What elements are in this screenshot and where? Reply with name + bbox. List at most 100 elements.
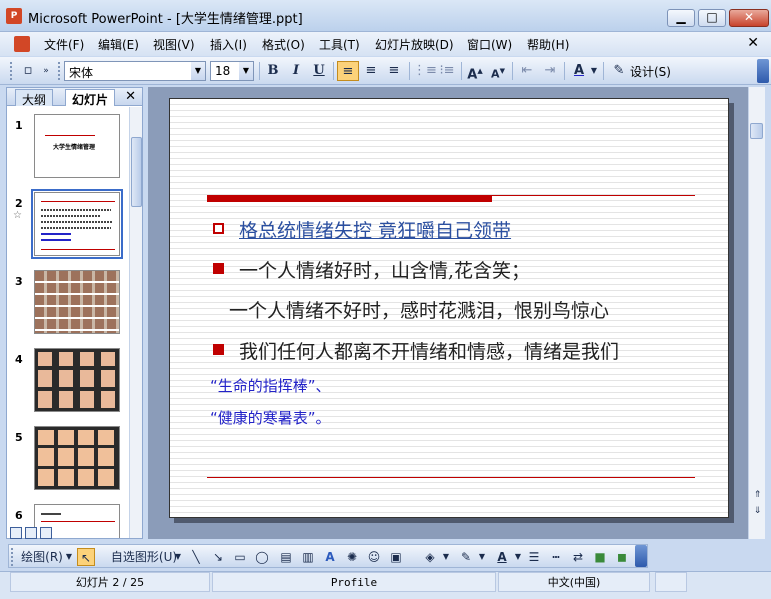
new-document-icon[interactable]: ▫: [17, 61, 39, 81]
chevron-down-icon[interactable]: ▼: [173, 548, 183, 566]
slide-sorter-icon[interactable]: [25, 527, 37, 539]
scrollbar-thumb[interactable]: [750, 123, 763, 139]
align-right-icon[interactable]: ≡: [383, 61, 405, 81]
increase-indent-icon[interactable]: ⇥: [539, 61, 561, 81]
clipart-icon[interactable]: ☺: [365, 548, 383, 566]
bold-button[interactable]: B: [262, 61, 284, 81]
menu-file[interactable]: 文件(F): [44, 36, 84, 53]
toolbar-options-icon[interactable]: »: [40, 61, 52, 81]
slide-link-text[interactable]: 格总统情绪失控 竟狂嚼自己领带: [239, 216, 511, 243]
toolbar-overflow-button[interactable]: [757, 59, 769, 83]
underline-button[interactable]: U: [308, 61, 330, 81]
dash-style-icon[interactable]: ┅: [547, 548, 565, 566]
chevron-down-icon[interactable]: ▼: [239, 62, 253, 80]
wordart-icon[interactable]: A: [321, 548, 339, 566]
pane-close-icon[interactable]: ✕: [125, 89, 136, 104]
font-color-icon[interactable]: A: [491, 548, 513, 566]
menu-insert[interactable]: 插入(I): [210, 36, 247, 53]
slide-thumbnail-1[interactable]: 大学生情绪管理: [34, 114, 120, 178]
tab-outline[interactable]: 大纲: [15, 89, 54, 107]
shadow-icon[interactable]: ■: [591, 548, 609, 566]
chevron-down-icon[interactable]: ▼: [589, 61, 599, 81]
slideshow-view-icon[interactable]: [40, 527, 52, 539]
menu-slideshow[interactable]: 幻灯片放映(D): [375, 36, 454, 53]
document-close-icon[interactable]: ✕: [747, 35, 759, 51]
select-pointer-icon[interactable]: ↖: [77, 548, 95, 566]
menu-help[interactable]: 帮助(H): [527, 36, 569, 53]
slide-thumbnail-2[interactable]: [31, 189, 123, 259]
vertical-textbox-icon[interactable]: ▥: [299, 548, 317, 566]
menu-window[interactable]: 窗口(W): [467, 36, 512, 53]
chevron-down-icon[interactable]: ▼: [477, 548, 487, 566]
chevron-down-icon[interactable]: ▼: [441, 548, 451, 566]
arrow-style-icon[interactable]: ⇄: [569, 548, 587, 566]
hollow-bullet: [213, 223, 224, 234]
previous-slide-icon[interactable]: ⇑: [750, 487, 765, 503]
minimize-button[interactable]: ▁: [667, 9, 695, 27]
font-size-combo[interactable]: 18 ▼: [210, 61, 254, 81]
scrollbar-thumb[interactable]: [131, 137, 142, 207]
current-slide[interactable]: 格总统情绪失控 竟狂嚼自己领带 一个人情绪好时，山含情,花含笑； 一个人情绪不好…: [169, 98, 729, 518]
increase-font-icon[interactable]: A▲: [464, 61, 486, 82]
slide-number: 5: [15, 431, 23, 444]
rectangle-icon[interactable]: ▭: [231, 548, 249, 566]
next-slide-icon[interactable]: ⇓: [750, 503, 765, 519]
solid-bullet: [213, 263, 224, 274]
numbered-list-icon[interactable]: ⋮≡: [413, 61, 437, 81]
line-style-icon[interactable]: ☰: [525, 548, 543, 566]
fill-color-icon[interactable]: ◈: [419, 548, 441, 566]
textbox-icon[interactable]: ▤: [277, 548, 295, 566]
autoshapes-menu-button[interactable]: 自选图形(U): [105, 548, 183, 566]
italic-button[interactable]: I: [285, 61, 307, 81]
document-icon[interactable]: [14, 36, 30, 52]
decrease-font-icon[interactable]: A▼: [487, 61, 509, 81]
font-color-icon[interactable]: A: [568, 61, 590, 81]
pane-tabs: 大纲 幻灯片 ✕: [7, 88, 142, 107]
line-color-icon[interactable]: ✎: [455, 548, 477, 566]
language-status: 中文(中国): [498, 572, 650, 592]
align-center-icon[interactable]: ≡: [360, 61, 382, 81]
design-icon[interactable]: ✎: [608, 61, 630, 81]
chevron-down-icon[interactable]: ▼: [513, 548, 523, 566]
bullet-list-icon[interactable]: ⁝≡: [436, 61, 458, 81]
slides-pane: 大纲 幻灯片 ✕ 1 大学生情绪管理 2 ☆ 3 4 5 6: [6, 87, 143, 539]
toolbar-separator: [333, 62, 334, 80]
normal-view-icon[interactable]: [10, 527, 22, 539]
slide-thumbnail-4[interactable]: [34, 348, 120, 412]
thumbnail-scrollbar[interactable]: [129, 107, 142, 538]
close-button[interactable]: ✕: [729, 9, 769, 27]
menu-tools[interactable]: 工具(T): [319, 36, 360, 53]
slide-number: 1: [15, 119, 23, 132]
arrow-icon[interactable]: ↘: [209, 548, 227, 566]
menu-format[interactable]: 格式(O): [262, 36, 305, 53]
powerpoint-app-icon[interactable]: P: [6, 8, 22, 24]
slide-blue-text: “健康的寒暑表”。: [210, 409, 331, 427]
draw-menu-button[interactable]: 绘图(R): [19, 548, 65, 566]
window-title: Microsoft PowerPoint - [大学生情绪管理.ppt]: [28, 12, 303, 27]
chevron-down-icon[interactable]: ▼: [191, 62, 205, 80]
toolbar-overflow-button[interactable]: [635, 545, 647, 567]
menu-edit[interactable]: 编辑(E): [98, 36, 139, 53]
oval-icon[interactable]: ◯: [253, 548, 271, 566]
diagram-icon[interactable]: ✺: [343, 548, 361, 566]
toolbar-grip[interactable]: [11, 548, 14, 566]
slide-position-status: 幻灯片 2 / 25: [10, 572, 210, 592]
align-left-icon[interactable]: ≡: [337, 61, 359, 81]
tab-slides[interactable]: 幻灯片: [65, 89, 116, 107]
line-icon[interactable]: ╲: [187, 548, 205, 566]
chevron-down-icon[interactable]: ▼: [64, 548, 74, 566]
slide-thumbnail-5[interactable]: [34, 426, 120, 490]
status-empty-cell: [655, 572, 687, 592]
design-template-status: Profile: [212, 572, 496, 592]
font-name-combo[interactable]: 宋体 ▼: [64, 61, 206, 81]
main-scrollbar[interactable]: ⇑ ⇓: [748, 87, 765, 539]
decrease-indent-icon[interactable]: ⇤: [516, 61, 538, 81]
design-button-label[interactable]: 设计(S): [630, 63, 671, 80]
menu-view[interactable]: 视图(V): [153, 36, 195, 53]
slide-thumbnail-3[interactable]: [34, 270, 120, 334]
3d-icon[interactable]: ◼: [613, 548, 631, 566]
toolbar-grip-2[interactable]: [58, 62, 61, 80]
picture-icon[interactable]: ▣: [387, 548, 405, 566]
maximize-button[interactable]: □: [698, 9, 726, 27]
toolbar-grip[interactable]: [10, 62, 13, 80]
